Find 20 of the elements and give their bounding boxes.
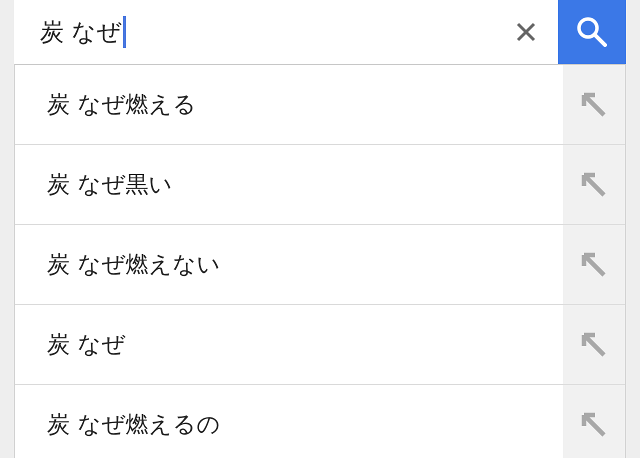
- fill-query-button[interactable]: [563, 385, 625, 458]
- arrow-icon: [581, 92, 607, 118]
- fill-query-button[interactable]: [563, 305, 625, 384]
- arrow-icon: [581, 332, 607, 358]
- text-cursor: [122, 16, 126, 48]
- suggestion-item[interactable]: 炭 なぜ: [15, 305, 563, 384]
- arrow-icon: [581, 412, 607, 438]
- suggestion-item[interactable]: 炭 なぜ燃える: [15, 65, 563, 144]
- suggestion-item[interactable]: 炭 なぜ燃えるの: [15, 385, 563, 458]
- arrow-icon: [581, 172, 607, 198]
- suggestion-item[interactable]: 炭 なぜ燃えない: [15, 225, 563, 304]
- fill-query-button[interactable]: [563, 225, 625, 304]
- clear-icon[interactable]: [514, 20, 538, 44]
- suggestion-item[interactable]: 炭 なぜ黒い: [15, 145, 563, 224]
- search-icon: [575, 15, 609, 49]
- arrow-icon: [581, 252, 607, 278]
- fill-query-button[interactable]: [563, 65, 625, 144]
- search-button[interactable]: [558, 0, 626, 64]
- fill-query-button[interactable]: [563, 145, 625, 224]
- search-field[interactable]: 炭 なぜ: [14, 0, 558, 64]
